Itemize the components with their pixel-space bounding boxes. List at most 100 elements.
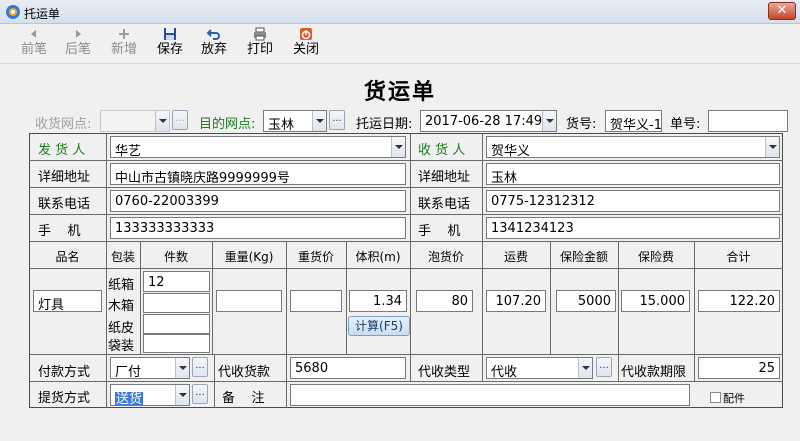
receive-point-select[interactable]: [100, 110, 170, 132]
bulk-price-input[interactable]: 80: [416, 290, 473, 312]
grid-line: [106, 133, 107, 408]
discard-button[interactable]: 放弃: [194, 26, 234, 60]
chevron-down-icon[interactable]: [175, 358, 189, 378]
print-button[interactable]: 打印: [240, 26, 280, 60]
cargo-no-input[interactable]: 贺华义-1: [605, 110, 662, 132]
order-no-input[interactable]: [708, 110, 788, 132]
sender-phone-label: 联系电话: [38, 197, 91, 212]
dest-point-browse-button[interactable]: ...: [329, 110, 345, 130]
cod-type-browse-button[interactable]: ...: [596, 357, 612, 377]
ship-date-picker[interactable]: 2017-06-28 17:49:: [420, 110, 557, 132]
title-bar: 托运单 ✕: [0, 0, 800, 24]
payment-method-select[interactable]: 厂付: [110, 357, 190, 379]
accessory-label: 配件: [723, 392, 745, 405]
receive-point-label: 收货网点:: [35, 117, 92, 132]
dest-point-label: 目的网点:: [199, 117, 256, 132]
chevron-down-icon[interactable]: [542, 111, 556, 131]
sender-label: 发 货 人: [38, 143, 86, 158]
floppy-disk-icon: [164, 28, 176, 40]
add-label: 新增: [110, 42, 137, 57]
col-header-heavy-price: 重货价: [297, 250, 334, 264]
pickup-method-label: 提货方式: [38, 391, 91, 406]
col-header-package: 包装: [110, 250, 135, 264]
remark-input[interactable]: [290, 384, 690, 406]
package-label: 纸皮: [108, 321, 135, 336]
total-input[interactable]: 122.20: [698, 290, 780, 312]
col-header-volume: 体积(m): [355, 250, 401, 264]
freight-input[interactable]: 107.20: [486, 290, 546, 312]
add-button[interactable]: 新增: [104, 26, 144, 60]
close-button[interactable]: 关闭: [286, 26, 326, 60]
calculate-button[interactable]: 计算(F5): [348, 316, 410, 336]
count-input[interactable]: [143, 314, 210, 334]
prev-record-label: 前笔: [20, 42, 47, 57]
receiver-address-input[interactable]: 玉林: [486, 163, 780, 185]
col-header-name: 品名: [55, 250, 80, 264]
next-record-label: 后笔: [64, 42, 91, 57]
chevron-down-icon[interactable]: [175, 385, 189, 405]
goods-name-input[interactable]: 灯具: [33, 290, 102, 312]
payment-method-browse-button[interactable]: ...: [192, 357, 208, 377]
package-label: 袋装: [108, 339, 135, 354]
chevron-down-icon[interactable]: [578, 358, 592, 378]
weight-input[interactable]: [216, 290, 282, 312]
chevron-down-icon[interactable]: [765, 137, 779, 157]
pickup-method-browse-button[interactable]: ...: [192, 384, 208, 404]
volume-input[interactable]: 1.34: [349, 290, 407, 312]
count-input[interactable]: 12: [143, 271, 210, 292]
payment-method-label: 付款方式: [38, 365, 91, 380]
cod-type-select[interactable]: 代收: [486, 357, 593, 379]
save-button[interactable]: 保存: [150, 26, 190, 60]
col-header-insurance-fee: 保险费: [637, 250, 674, 264]
printer-icon: [254, 27, 266, 41]
ship-date-label: 托运日期:: [356, 117, 413, 132]
window-title: 托运单: [24, 7, 61, 21]
cod-period-input[interactable]: 25: [698, 357, 780, 379]
grid-line: [482, 354, 483, 381]
toolbar: 前笔 后笔 新增 保存 放弃 打印 关闭: [0, 24, 800, 64]
sender-address-input[interactable]: 中山市古镇晓庆路9999999号: [110, 163, 406, 185]
sender-phone-input[interactable]: 0760-22003399: [110, 190, 406, 212]
dest-point-select[interactable]: 玉林: [263, 110, 327, 132]
count-input[interactable]: [143, 293, 210, 313]
plus-icon: [119, 29, 129, 39]
cargo-no-label: 货号:: [566, 117, 597, 132]
receiver-address-label: 详细地址: [418, 170, 471, 185]
grid-line: [286, 354, 287, 408]
chevron-down-icon[interactable]: [155, 111, 169, 131]
grid-line: [29, 381, 783, 382]
accessory-checkbox[interactable]: [710, 392, 721, 403]
insurance-fee-input[interactable]: 15.000: [621, 290, 690, 312]
col-header-insured-amount: 保险金额: [559, 250, 608, 264]
receiver-phone-input[interactable]: 0775-12312312: [486, 190, 780, 212]
receive-point-browse-button[interactable]: ...: [172, 110, 188, 130]
chevron-down-icon[interactable]: [312, 111, 326, 131]
grid-line: [410, 133, 411, 241]
print-label: 打印: [246, 42, 273, 57]
window-close-button[interactable]: ✕: [768, 2, 796, 20]
heavy-price-input[interactable]: [290, 290, 342, 312]
pickup-method-select[interactable]: 送货: [110, 384, 190, 406]
receiver-name-select[interactable]: 贺华义: [486, 136, 780, 158]
order-no-label: 单号:: [670, 117, 701, 132]
receiver-mobile-input[interactable]: 1341234123: [486, 217, 780, 239]
undo-icon: [206, 29, 220, 40]
close-label: 关闭: [292, 42, 319, 57]
package-label: 木箱: [108, 299, 135, 314]
discard-label: 放弃: [200, 42, 227, 57]
col-header-total: 合计: [726, 250, 751, 264]
grid-line: [29, 354, 783, 355]
count-input[interactable]: [143, 334, 210, 353]
receiver-phone-label: 联系电话: [418, 197, 471, 212]
sender-mobile-input[interactable]: 133333333333: [110, 217, 406, 239]
chevron-down-icon[interactable]: [391, 137, 405, 157]
sender-name-select[interactable]: 华艺: [110, 136, 406, 158]
grid-line: [29, 268, 783, 269]
next-record-button[interactable]: 后笔: [58, 26, 98, 60]
prev-record-button[interactable]: 前笔: [14, 26, 54, 60]
cod-input[interactable]: 5680: [290, 357, 406, 379]
col-header-bulk-price: 泡货价: [427, 250, 464, 264]
save-label: 保存: [156, 42, 183, 57]
insured-amount-input[interactable]: 5000: [556, 290, 616, 312]
form-title: 货运单: [363, 79, 436, 105]
